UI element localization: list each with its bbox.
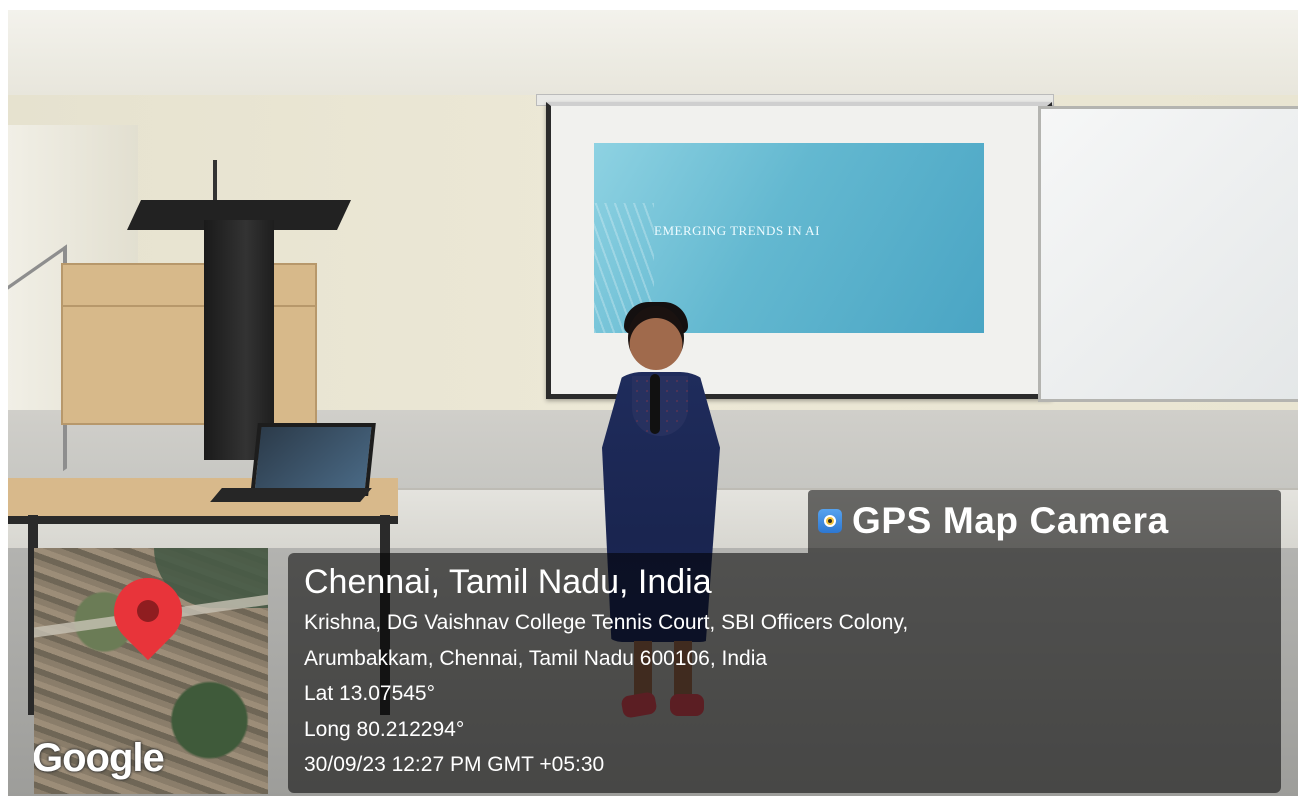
laptop-screen: [250, 423, 376, 496]
slide-title: EMERGING TRENDS IN AI: [654, 223, 820, 238]
podium-microphone: [213, 160, 217, 205]
gps-info-card: Chennai, Tamil Nadu, India Krishna, DG V…: [288, 553, 1281, 793]
stair-railing: [8, 244, 67, 510]
timestamp: 30/09/23 12:27 PM GMT +05:30: [304, 753, 605, 776]
gps-app-header: GPS Map Camera: [808, 490, 1281, 553]
gps-app-name: GPS Map Camera: [852, 500, 1169, 541]
address-line-1: Krishna, DG Vaishnav College Tennis Cour…: [304, 611, 909, 634]
google-logo: Google: [34, 736, 165, 780]
speaker-head: [628, 306, 684, 370]
speaker-embroidery: [632, 376, 688, 436]
latitude: Lat 13.07545°: [304, 682, 436, 705]
handheld-microphone: [650, 374, 660, 434]
laptop-base: [210, 488, 372, 502]
longitude: Long 80.212294°: [304, 718, 465, 741]
address-line-2: Arumbakkam, Chennai, Tamil Nadu 600106, …: [304, 647, 768, 670]
wooden-cabinet: [61, 263, 317, 425]
map-pin-icon: [99, 563, 197, 678]
satellite-minimap: Google: [34, 548, 268, 794]
whiteboard: [1038, 106, 1298, 402]
location-title: Chennai, Tamil Nadu, India: [304, 563, 712, 601]
camera-lens-icon: [818, 509, 842, 533]
ceiling: [8, 10, 1298, 97]
